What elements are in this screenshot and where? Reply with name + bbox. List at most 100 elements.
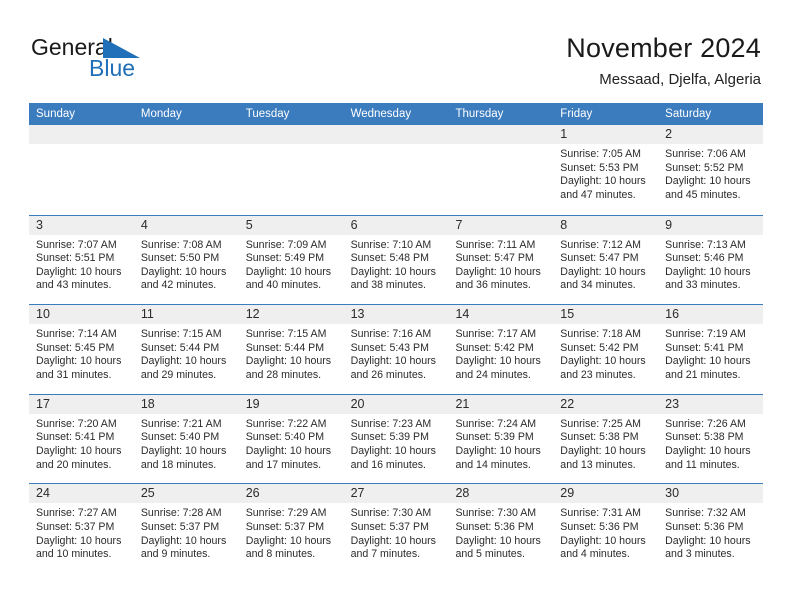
calendar-week-row: 3 Sunrise: 7:07 AM Sunset: 5:51 PM Daylight… xyxy=(29,214,764,305)
brand-logo[interactable]: General Blue xyxy=(31,36,221,86)
sunset-text: Sunset: 5:38 PM xyxy=(560,431,639,444)
day-number-band xyxy=(343,125,449,144)
daylight-text-line2: and 42 minutes. xyxy=(140,279,217,292)
sunrise-text: Sunrise: 7:05 AM xyxy=(560,148,641,160)
day-cell-29[interactable]: 29 Sunrise: 7:31 AM Sunset: 5:36 PM Dayligh… xyxy=(553,484,659,573)
day-cell-11[interactable]: 11 Sunrise: 7:15 AM Sunset: 5:44 PM Dayligh… xyxy=(133,305,239,394)
day-cell-3[interactable]: 3 Sunrise: 7:07 AM Sunset: 5:51 PM Daylight… xyxy=(29,215,134,305)
day-details: Sunrise: 7:30 AM Sunset: 5:36 PM Daylight:… xyxy=(448,503,553,561)
daylight-text-line1: Daylight: 10 hours xyxy=(455,265,541,278)
day-cell-21[interactable]: 21 Sunrise: 7:24 AM Sunset: 5:39 PM Dayligh… xyxy=(448,394,554,484)
daylight-text-line1: Daylight: 10 hours xyxy=(560,534,646,547)
day-cell-28[interactable]: 28 Sunrise: 7:30 AM Sunset: 5:36 PM Dayligh… xyxy=(448,484,554,573)
sunrise-text: Sunrise: 7:22 AM xyxy=(245,417,327,430)
sunset-text: Sunset: 5:47 PM xyxy=(560,252,639,265)
day-cell-30[interactable]: 30 Sunrise: 7:32 AM Sunset: 5:36 PM Dayligh… xyxy=(658,484,764,573)
daylight-text-line1: Daylight: 10 hours xyxy=(350,444,436,457)
sunrise-text: Sunrise: 7:30 AM xyxy=(455,507,537,520)
daylight-text-line2: and 24 minutes. xyxy=(455,368,531,381)
day-number-band: 8 xyxy=(553,215,659,235)
day-cell-8[interactable]: 8 Sunrise: 7:12 AM Sunset: 5:47 PM Daylight… xyxy=(553,215,659,305)
sunrise-text: Sunrise: 7:12 AM xyxy=(560,238,641,251)
day-number-band: 26 xyxy=(238,484,344,504)
day-cell-4[interactable]: 4 Sunrise: 7:08 AM Sunset: 5:50 PM Daylight… xyxy=(133,215,239,305)
daylight-text-line2: and 21 minutes. xyxy=(665,368,741,381)
day-number-band: 13 xyxy=(343,305,449,325)
day-number-band: 29 xyxy=(553,484,659,504)
day-cell-14[interactable]: 14 Sunrise: 7:17 AM Sunset: 5:42 PM Dayligh… xyxy=(448,305,554,394)
sunset-text: Sunset: 5:50 PM xyxy=(140,252,220,265)
daylight-text-line1: Daylight: 10 hours xyxy=(560,265,646,278)
daylight-text-line2: and 23 minutes. xyxy=(560,368,636,381)
day-details: Sunrise: 7:23 AM Sunset: 5:39 PM Daylight:… xyxy=(344,414,449,472)
brand-name-blue: Blue xyxy=(89,55,136,81)
weekday-header-tuesday: Tuesday xyxy=(245,108,290,120)
day-number-band xyxy=(448,125,554,144)
day-cell-7[interactable]: 7 Sunrise: 7:11 AM Sunset: 5:47 PM Daylight… xyxy=(448,215,554,305)
daylight-text-line1: Daylight: 10 hours xyxy=(245,534,332,547)
sunset-text: Sunset: 5:40 PM xyxy=(245,431,325,444)
day-number-band: 16 xyxy=(658,305,764,325)
sunset-text: Sunset: 5:53 PM xyxy=(560,161,639,174)
daylight-text-line1: Daylight: 10 hours xyxy=(665,265,751,278)
day-number: 9 xyxy=(665,217,673,232)
day-cell-2[interactable]: 2 Sunrise: 7:06 AM Sunset: 5:52 PM Daylight… xyxy=(658,125,764,215)
day-cell-20[interactable]: 20 Sunrise: 7:23 AM Sunset: 5:39 PM Dayligh… xyxy=(343,394,449,484)
day-number-band: 30 xyxy=(658,484,764,504)
sunset-text: Sunset: 5:46 PM xyxy=(665,252,744,265)
day-cell-empty xyxy=(343,125,449,215)
day-cell-9[interactable]: 9 Sunrise: 7:13 AM Sunset: 5:46 PM Daylight… xyxy=(658,215,764,305)
day-cell-empty xyxy=(238,125,344,215)
sunrise-text: Sunrise: 7:28 AM xyxy=(140,507,222,520)
day-cell-23[interactable]: 23 Sunrise: 7:26 AM Sunset: 5:38 PM Dayligh… xyxy=(658,394,764,484)
day-details: Sunrise: 7:25 AM Sunset: 5:38 PM Daylight:… xyxy=(553,414,658,472)
day-cell-24[interactable]: 24 Sunrise: 7:27 AM Sunset: 5:37 PM Dayligh… xyxy=(29,484,134,573)
day-cell-10[interactable]: 10 Sunrise: 7:14 AM Sunset: 5:45 PM Dayligh… xyxy=(29,305,134,394)
sunset-text: Sunset: 5:37 PM xyxy=(350,520,429,533)
day-cell-17[interactable]: 17 Sunrise: 7:20 AM Sunset: 5:41 PM Dayligh… xyxy=(29,394,134,484)
sunset-text: Sunset: 5:36 PM xyxy=(560,520,639,533)
day-cell-6[interactable]: 6 Sunrise: 7:10 AM Sunset: 5:48 PM Daylight… xyxy=(343,215,449,305)
day-cell-empty xyxy=(448,125,554,215)
day-cell-16[interactable]: 16 Sunrise: 7:19 AM Sunset: 5:41 PM Dayligh… xyxy=(658,305,764,394)
day-details: Sunrise: 7:10 AM Sunset: 5:48 PM Daylight:… xyxy=(344,235,449,293)
day-cell-18[interactable]: 18 Sunrise: 7:21 AM Sunset: 5:40 PM Dayligh… xyxy=(133,394,239,484)
day-cell-1[interactable]: 1 Sunrise: 7:05 AM Sunset: 5:53 PM Daylight… xyxy=(553,125,659,215)
daylight-text-line2: and 4 minutes. xyxy=(560,548,630,561)
day-cell-12[interactable]: 12 Sunrise: 7:15 AM Sunset: 5:44 PM Dayligh… xyxy=(238,305,344,394)
day-details: Sunrise: 7:05 AM Sunset: 5:53 PM Daylight:… xyxy=(553,144,658,202)
weekday-header-wednesday: Wednesday xyxy=(350,108,412,120)
daylight-text-line2: and 18 minutes. xyxy=(140,458,217,471)
day-details: Sunrise: 7:11 AM Sunset: 5:47 PM Daylight:… xyxy=(448,235,553,293)
title-block: November 2024 Messaad, Djelfa, Algeria xyxy=(566,32,761,89)
day-cell-19[interactable]: 19 Sunrise: 7:22 AM Sunset: 5:40 PM Dayligh… xyxy=(238,394,344,484)
daylight-text-line2: and 29 minutes. xyxy=(140,368,217,381)
day-cell-27[interactable]: 27 Sunrise: 7:30 AM Sunset: 5:37 PM Dayligh… xyxy=(343,484,449,573)
day-cell-25[interactable]: 25 Sunrise: 7:28 AM Sunset: 5:37 PM Dayligh… xyxy=(133,484,239,573)
sunset-text: Sunset: 5:37 PM xyxy=(36,520,115,533)
sunset-text: Sunset: 5:41 PM xyxy=(36,431,115,444)
daylight-text-line1: Daylight: 10 hours xyxy=(665,175,751,188)
day-details: Sunrise: 7:19 AM Sunset: 5:41 PM Daylight:… xyxy=(658,324,763,382)
daylight-text-line1: Daylight: 10 hours xyxy=(245,265,332,278)
day-details: Sunrise: 7:22 AM Sunset: 5:40 PM Daylight:… xyxy=(239,414,344,472)
day-number: 24 xyxy=(36,486,50,501)
day-cell-26[interactable]: 26 Sunrise: 7:29 AM Sunset: 5:37 PM Dayligh… xyxy=(238,484,344,573)
calendar-grid: Sunday Monday Tuesday Wednesday Thursday Frid… xyxy=(29,103,764,573)
sunrise-text: Sunrise: 7:07 AM xyxy=(36,238,117,251)
day-cell-13[interactable]: 13 Sunrise: 7:16 AM Sunset: 5:43 PM Dayligh… xyxy=(343,305,449,394)
daylight-text-line2: and 8 minutes. xyxy=(245,548,316,561)
daylight-text-line2: and 17 minutes. xyxy=(245,458,322,471)
day-cell-5[interactable]: 5 Sunrise: 7:09 AM Sunset: 5:49 PM Daylight… xyxy=(238,215,344,305)
day-details: Sunrise: 7:12 AM Sunset: 5:47 PM Daylight:… xyxy=(553,235,658,293)
day-number-band: 17 xyxy=(29,394,134,414)
daylight-text-line2: and 47 minutes. xyxy=(560,188,636,201)
sunset-text: Sunset: 5:42 PM xyxy=(455,341,534,354)
day-cell-15[interactable]: 15 Sunrise: 7:18 AM Sunset: 5:42 PM Dayligh… xyxy=(553,305,659,394)
day-cell-22[interactable]: 22 Sunrise: 7:25 AM Sunset: 5:38 PM Dayligh… xyxy=(553,394,659,484)
day-number-band xyxy=(238,125,344,144)
sunset-text: Sunset: 5:36 PM xyxy=(665,520,744,533)
daylight-text-line1: Daylight: 10 hours xyxy=(245,355,332,368)
daylight-text-line1: Daylight: 10 hours xyxy=(36,355,122,368)
day-details: Sunrise: 7:07 AM Sunset: 5:51 PM Daylight:… xyxy=(29,235,134,293)
